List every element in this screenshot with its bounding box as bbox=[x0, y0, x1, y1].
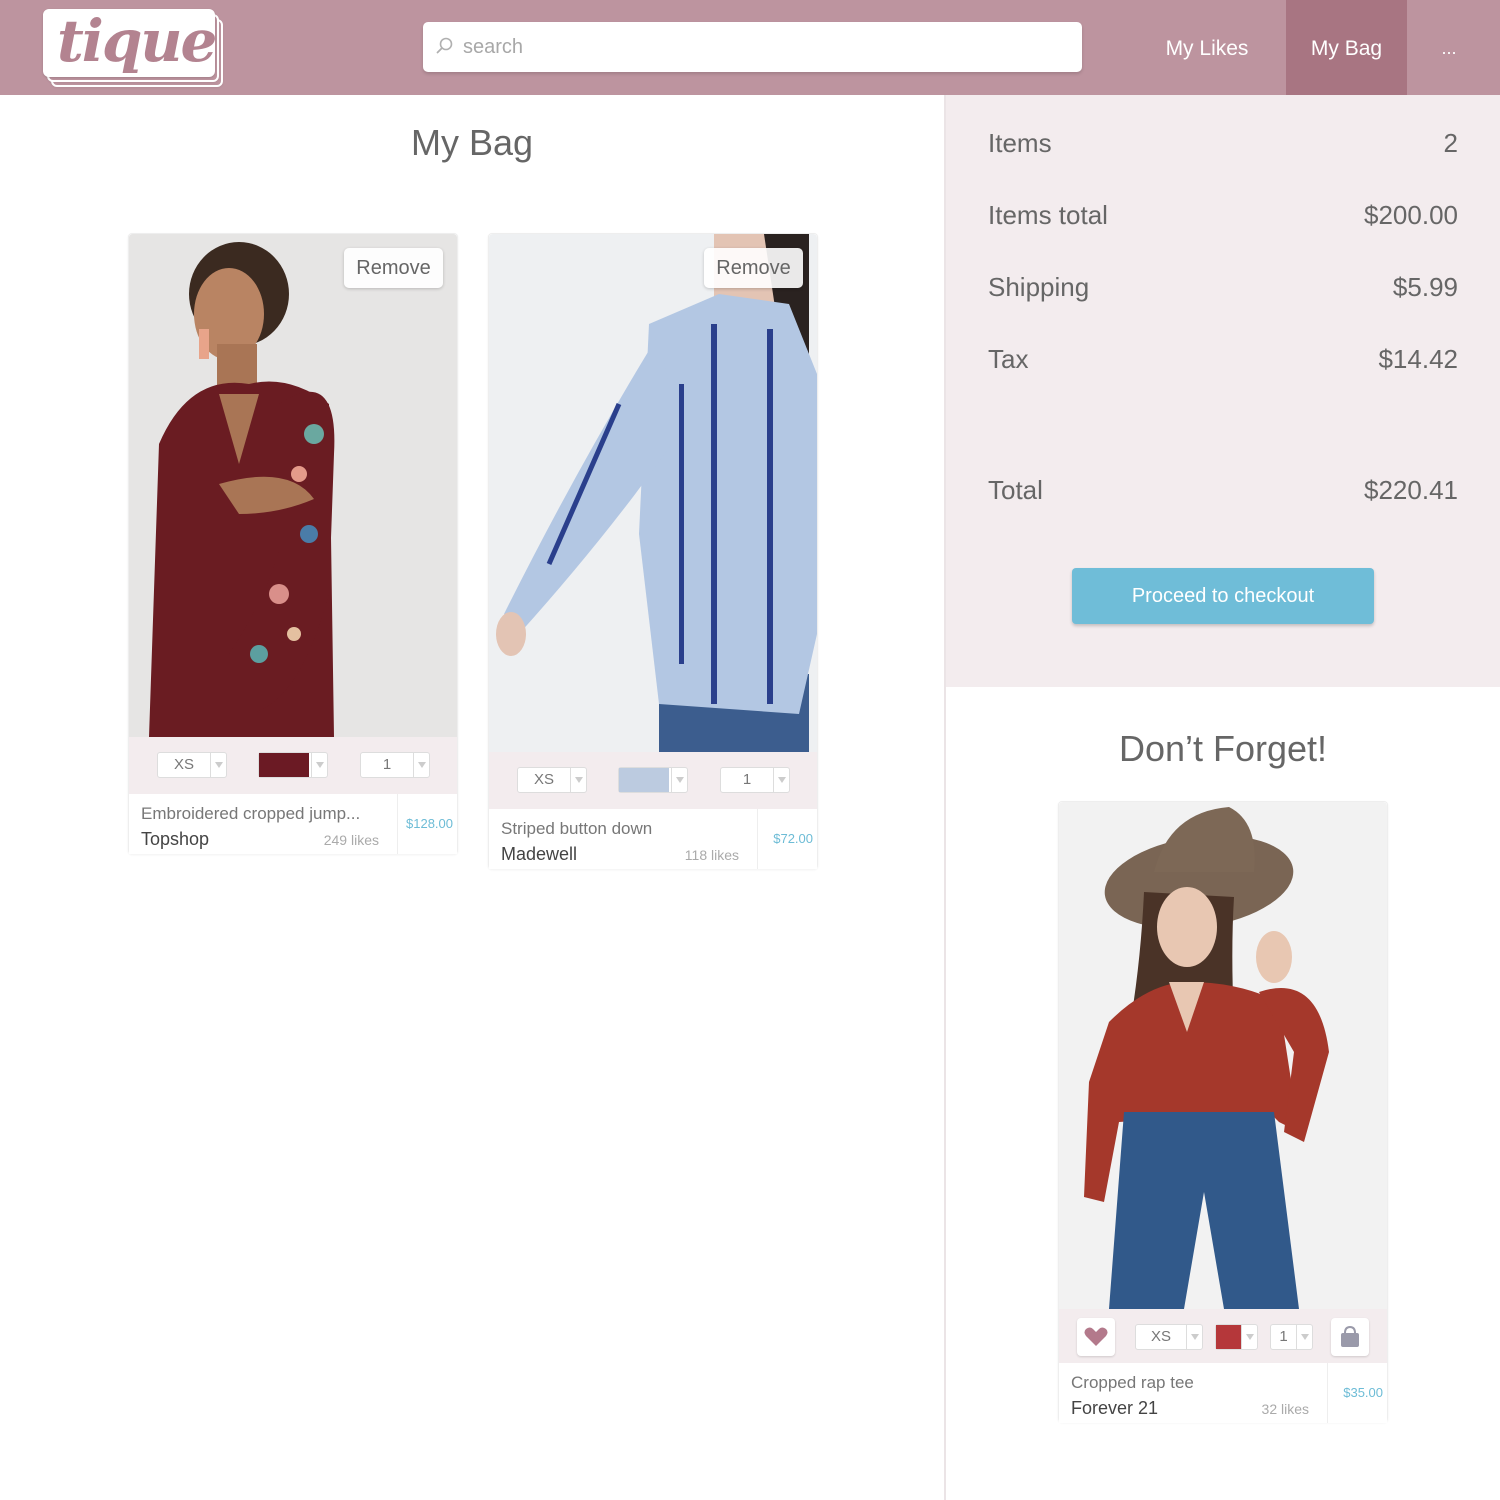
quantity-select[interactable]: 1 bbox=[360, 752, 430, 778]
product-name[interactable]: Cropped rap tee bbox=[1071, 1373, 1321, 1393]
nav-my-likes[interactable]: My Likes bbox=[1145, 0, 1269, 95]
size-select[interactable]: XS bbox=[157, 752, 227, 778]
product-name[interactable]: Striped button down bbox=[501, 819, 751, 839]
product-price: $72.00 bbox=[773, 831, 813, 846]
chevron-down-icon bbox=[210, 753, 226, 777]
chevron-down-icon bbox=[1186, 1325, 1202, 1349]
chevron-down-icon bbox=[1296, 1325, 1312, 1349]
chevron-down-icon bbox=[1241, 1325, 1257, 1349]
nav-more-menu[interactable]: ... bbox=[1425, 0, 1473, 95]
reminder-item-card: XS 1 Cropped rap tee Forever 21 32 likes… bbox=[1058, 801, 1388, 1423]
size-select[interactable]: XS bbox=[1135, 1324, 1203, 1350]
product-image[interactable] bbox=[1059, 802, 1387, 1309]
order-summary: Items 2 Items total $200.00 Shipping $5.… bbox=[946, 95, 1500, 687]
chevron-down-icon bbox=[570, 768, 586, 792]
item-info: Embroidered cropped jump... Topshop 249 … bbox=[129, 794, 457, 854]
product-brand[interactable]: Forever 21 bbox=[1071, 1398, 1158, 1419]
quantity-select[interactable]: 1 bbox=[1270, 1324, 1313, 1350]
color-select[interactable] bbox=[258, 752, 328, 778]
product-image[interactable]: Remove bbox=[489, 234, 817, 752]
bag-item-card: Remove XS 1 Embroidered cropped jump... … bbox=[128, 233, 458, 854]
item-controls: XS 1 bbox=[1059, 1309, 1387, 1366]
top-bar: tique My Likes My Bag ... bbox=[0, 0, 1500, 95]
color-swatch bbox=[259, 753, 309, 777]
proceed-to-checkout-button[interactable]: Proceed to checkout bbox=[1072, 568, 1374, 624]
nav-my-bag[interactable]: My Bag bbox=[1286, 0, 1407, 95]
color-select[interactable] bbox=[618, 767, 688, 793]
product-image[interactable]: Remove bbox=[129, 234, 457, 737]
item-info: Cropped rap tee Forever 21 32 likes $35.… bbox=[1059, 1363, 1387, 1423]
quantity-select[interactable]: 1 bbox=[720, 767, 790, 793]
product-name[interactable]: Embroidered cropped jump... bbox=[141, 804, 391, 824]
heart-icon bbox=[1084, 1327, 1108, 1346]
item-controls: XS 1 bbox=[129, 737, 457, 794]
logo[interactable]: tique bbox=[43, 7, 223, 87]
chevron-down-icon bbox=[413, 753, 429, 777]
color-swatch bbox=[1216, 1325, 1241, 1349]
like-button[interactable] bbox=[1077, 1318, 1115, 1356]
product-price: $35.00 bbox=[1343, 1385, 1383, 1400]
add-to-bag-button[interactable] bbox=[1331, 1318, 1369, 1356]
remove-button[interactable]: Remove bbox=[344, 248, 443, 288]
color-swatch bbox=[619, 768, 669, 792]
chevron-down-icon bbox=[773, 768, 789, 792]
product-price: $128.00 bbox=[406, 816, 453, 831]
item-info: Striped button down Madewell 118 likes $… bbox=[489, 809, 817, 869]
likes-count: 118 likes bbox=[684, 847, 739, 863]
search-input[interactable] bbox=[463, 22, 1063, 72]
item-controls: XS 1 bbox=[489, 752, 817, 809]
chevron-down-icon bbox=[311, 753, 327, 777]
search-bar[interactable] bbox=[423, 22, 1082, 72]
logo-wordmark: tique bbox=[57, 7, 217, 75]
product-brand[interactable]: Madewell bbox=[501, 844, 577, 865]
page-title: My Bag bbox=[410, 122, 534, 163]
color-select[interactable] bbox=[1215, 1324, 1258, 1350]
dont-forget-title: Don’t Forget! bbox=[1118, 728, 1328, 769]
size-select[interactable]: XS bbox=[517, 767, 587, 793]
remove-button[interactable]: Remove bbox=[704, 248, 803, 288]
chevron-down-icon bbox=[671, 768, 687, 792]
search-icon bbox=[436, 37, 453, 54]
likes-count: 32 likes bbox=[1261, 1401, 1309, 1417]
shopping-bag-icon bbox=[1341, 1325, 1359, 1347]
likes-count: 249 likes bbox=[323, 832, 379, 848]
product-brand[interactable]: Topshop bbox=[141, 829, 209, 850]
bag-item-card: Remove XS 1 Striped button down Madewell… bbox=[488, 233, 818, 869]
